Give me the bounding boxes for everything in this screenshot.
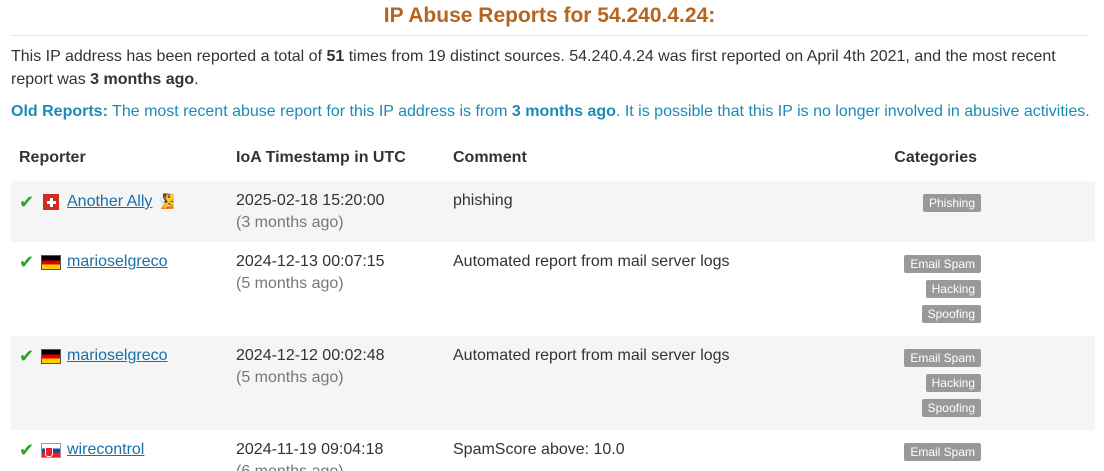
relative-time: (5 months ago) bbox=[236, 369, 344, 386]
timestamp: 2024-11-19 09:04:18 bbox=[236, 441, 384, 458]
category-badge[interactable]: Spoofing bbox=[921, 305, 981, 323]
header-timestamp: IoA Timestamp in UTC bbox=[236, 149, 406, 166]
summary-count: 51 bbox=[326, 48, 345, 65]
page: IP Abuse Reports for 54.240.4.24: This I… bbox=[0, 0, 1104, 471]
timestamp-cell: 2024-12-13 00:07:15 (5 months ago) bbox=[228, 242, 445, 336]
table-header-row: Reporter IoA Timestamp in UTC Comment Ca… bbox=[11, 135, 1095, 181]
old-reports-notice: Old Reports: The most recent abuse repor… bbox=[11, 101, 1094, 123]
comment: SpamScore above: 10.0 bbox=[453, 441, 625, 458]
timestamp-cell: 2024-11-19 09:04:18 (6 months ago) bbox=[228, 430, 445, 471]
comment-cell: Automated report from mail server logs bbox=[445, 336, 865, 430]
summary-text-3: . bbox=[194, 71, 199, 88]
header-reporter: Reporter bbox=[19, 149, 86, 166]
relative-time: (6 months ago) bbox=[236, 461, 437, 471]
reporter-cell: ✔ Another Ally 🧏 bbox=[11, 181, 228, 242]
check-icon: ✔ bbox=[19, 440, 35, 460]
old-reports-recent: 3 months ago bbox=[511, 103, 616, 120]
summary-text-1: This IP address has been reported a tota… bbox=[11, 48, 327, 65]
check-icon: ✔ bbox=[19, 346, 35, 366]
old-reports-text-1: The most recent abuse report for this IP… bbox=[107, 103, 512, 120]
reporter-cell: ✔ marioselgreco bbox=[11, 242, 228, 336]
relative-time: (3 months ago) bbox=[236, 214, 344, 231]
header-comment: Comment bbox=[453, 149, 527, 166]
categories-cell: Email Spam bbox=[865, 430, 1095, 471]
report-summary: This IP address has been reported a tota… bbox=[11, 45, 1094, 91]
comment: Automated report from mail server logs bbox=[453, 253, 730, 270]
old-reports-label: Old Reports: bbox=[11, 103, 108, 120]
categories-cell: Email Spam Hacking Spoofing bbox=[865, 242, 1095, 336]
table-row: ✔ marioselgreco 2024-12-12 00:02:48 (5 mont… bbox=[11, 336, 1095, 430]
country-flag-icon bbox=[41, 254, 61, 270]
category-badge[interactable]: Email Spam bbox=[904, 349, 981, 367]
category-badge[interactable]: Email Spam bbox=[904, 443, 981, 461]
reporter-link[interactable]: marioselgreco bbox=[67, 251, 167, 273]
reports-table: Reporter IoA Timestamp in UTC Comment Ca… bbox=[11, 135, 1095, 471]
title-suffix: : bbox=[708, 4, 716, 27]
comment: Automated report from mail server logs bbox=[453, 347, 730, 364]
comment-cell: phishing bbox=[445, 181, 865, 242]
category-badge[interactable]: Spoofing bbox=[921, 399, 981, 417]
check-icon: ✔ bbox=[19, 191, 35, 212]
reporter-link[interactable]: Another Ally 🧏 bbox=[67, 190, 175, 213]
check-icon: ✔ bbox=[19, 252, 35, 272]
reporter-name: marioselgreco bbox=[67, 347, 168, 364]
old-reports-text-2: . It is possible that this IP is no long… bbox=[615, 103, 1090, 120]
reporter-name: Another Ally bbox=[67, 193, 153, 210]
reporter-name: wirecontrol bbox=[67, 441, 145, 458]
categories-cell: Email Spam Hacking Spoofing bbox=[865, 336, 1095, 430]
country-flag-icon bbox=[41, 442, 61, 458]
country-flag-icon bbox=[41, 348, 61, 364]
timestamp: 2024-12-12 00:02:48 bbox=[236, 347, 385, 364]
table-row: ✔ wirecontrol 2024-11-19 09:04:18 (6 months… bbox=[11, 430, 1095, 471]
timestamp: 2025-02-18 15:20:00 bbox=[236, 192, 385, 209]
reporter-link[interactable]: marioselgreco bbox=[67, 345, 167, 367]
comment-cell: Automated report from mail server logs bbox=[445, 242, 865, 336]
reporter-link[interactable]: wirecontrol bbox=[67, 439, 144, 461]
relative-time: (5 months ago) bbox=[236, 275, 344, 292]
summary-recent: 3 months ago bbox=[90, 71, 195, 88]
timestamp-cell: 2024-12-12 00:02:48 (5 months ago) bbox=[228, 336, 445, 430]
reporter-cell: ✔ wirecontrol bbox=[11, 430, 228, 471]
reporter-name: marioselgreco bbox=[67, 253, 168, 270]
category-badge[interactable]: Email Spam bbox=[904, 255, 981, 273]
comment: phishing bbox=[453, 192, 513, 209]
table-row: ✔ marioselgreco 2024-12-13 00:07:15 (5 mont… bbox=[11, 242, 1095, 336]
header-categories: Categories bbox=[894, 149, 977, 166]
categories-cell: Phishing bbox=[865, 181, 1095, 242]
title-prefix: IP Abuse Reports for bbox=[383, 4, 598, 27]
category-badge[interactable]: Phishing bbox=[922, 194, 981, 212]
category-badge[interactable]: Hacking bbox=[925, 374, 981, 392]
timestamp-cell: 2025-02-18 15:20:00 (3 months ago) bbox=[228, 181, 445, 242]
comment-cell: SpamScore above: 10.0 bbox=[445, 430, 865, 471]
title-ip: 54.240.4.24 bbox=[597, 4, 709, 27]
reports-table-body: ✔ Another Ally 🧏 2025-02-18 15:20:00 (3 mont… bbox=[11, 181, 1095, 471]
table-row: ✔ Another Ally 🧏 2025-02-18 15:20:00 (3 mont… bbox=[11, 181, 1095, 242]
timestamp: 2024-12-13 00:07:15 bbox=[236, 253, 385, 270]
page-title: IP Abuse Reports for 54.240.4.24: bbox=[11, 0, 1088, 36]
reporter-badge-icon: 🧏 bbox=[157, 193, 175, 209]
category-badge[interactable]: Hacking bbox=[925, 280, 981, 298]
reporter-cell: ✔ marioselgreco bbox=[11, 336, 228, 430]
country-flag-icon bbox=[43, 193, 59, 210]
